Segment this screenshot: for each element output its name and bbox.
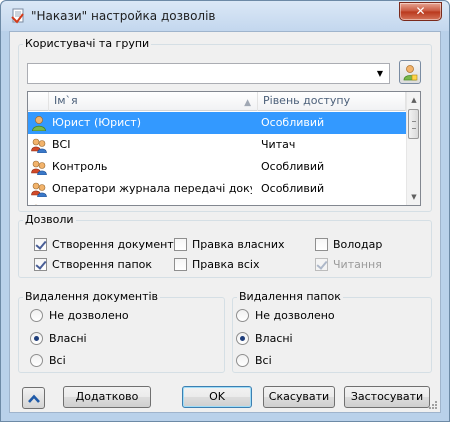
users-list[interactable]: Ім`я ▲ Рівень доступу Юрист (Юрист) Особ…	[27, 91, 421, 206]
cancel-button[interactable]: Скасувати	[263, 386, 335, 408]
scroll-up-icon[interactable]: ▲	[407, 92, 420, 108]
single-user-icon	[32, 116, 46, 131]
checkbox-box	[315, 258, 328, 271]
row-name: ВСІ	[52, 138, 71, 151]
header-icon-column[interactable]	[28, 92, 49, 111]
checkbox-label: Володар	[333, 238, 383, 251]
scroll-down-icon[interactable]: ▼	[407, 189, 420, 205]
checkbox-label: Створення документів	[52, 238, 184, 251]
header-name-label: Ім`я	[54, 94, 78, 107]
checkbox-box[interactable]	[174, 258, 187, 271]
collapse-button[interactable]	[22, 387, 45, 409]
list-row-partial[interactable]	[28, 200, 406, 205]
list-header: Ім`я ▲ Рівень доступу	[28, 92, 406, 111]
row-access-level: Читач	[261, 138, 296, 151]
ok-button[interactable]: OK	[182, 386, 252, 408]
row-name: Контроль	[52, 160, 108, 173]
list-row[interactable]: Юрист (Юрист) Особливий	[28, 112, 406, 134]
scroll-thumb[interactable]	[408, 109, 419, 139]
row-access-level: Особливий	[261, 182, 325, 195]
apply-button[interactable]: Застосувати	[344, 386, 430, 408]
header-access-level[interactable]: Рівень доступу	[258, 92, 406, 111]
chevron-down-icon[interactable]: ▼	[373, 66, 387, 81]
radio-label: Всі	[49, 354, 66, 367]
checkbox-box[interactable]	[34, 258, 47, 271]
document-app-icon	[11, 8, 24, 24]
delete-documents-label: Видалення документів	[23, 290, 161, 303]
header-access-level-label: Рівень доступу	[263, 94, 351, 107]
radio-label: Всі	[255, 354, 272, 367]
radio-label: Власні	[255, 332, 293, 345]
list-row[interactable]: ВСІ Читач	[28, 134, 406, 156]
radio-circle[interactable]	[30, 354, 43, 367]
checkbox-box[interactable]	[174, 238, 187, 251]
row-name: Оператори журнала передачі докуме...	[52, 182, 252, 195]
row-name: Юрист (Юрист)	[52, 116, 142, 129]
row-access-level: Особливий	[261, 160, 325, 173]
radio-circle[interactable]	[236, 309, 249, 322]
row-access-level: Особливий	[261, 116, 325, 129]
title-bar[interactable]: "Накази" настройка дозволів ✕	[1, 1, 449, 31]
checkbox-box[interactable]	[34, 238, 47, 251]
radio-circle[interactable]	[236, 354, 249, 367]
close-button[interactable]: ✕	[399, 2, 442, 21]
list-row[interactable]: Оператори журнала передачі докуме... Осо…	[28, 178, 406, 200]
checkbox-label: Правка власних	[192, 238, 285, 251]
checkbox-label: Створення папок	[52, 258, 153, 271]
checkbox-label: Читання	[333, 258, 382, 271]
delete-folders-label: Видалення папок	[237, 290, 343, 303]
radio-circle[interactable]	[30, 309, 43, 322]
header-name[interactable]: Ім`я ▲	[49, 92, 258, 111]
radio-circle[interactable]	[236, 332, 249, 345]
checkbox-box[interactable]	[315, 238, 328, 251]
radio-label: Не дозволено	[49, 309, 129, 322]
add-user-icon	[403, 65, 418, 81]
window-title: "Накази" настройка дозволів	[31, 9, 216, 23]
radio-circle[interactable]	[30, 332, 43, 345]
group-icon	[31, 182, 47, 197]
permissions-dialog: "Накази" настройка дозволів ✕ Користувач…	[0, 0, 450, 422]
chevron-up-icon	[28, 394, 40, 403]
permissions-label: Дозволи	[23, 213, 76, 226]
group-icon	[34, 204, 38, 205]
checkbox-label: Правка всіх	[192, 258, 260, 271]
dialog-body: Користувачі та групи ▼ Ім`я ▲ Рівень дос…	[9, 31, 441, 413]
radio-label: Власні	[49, 332, 87, 345]
user-select-combo[interactable]: ▼	[27, 63, 390, 84]
more-button[interactable]: Додатково	[63, 386, 151, 408]
list-row[interactable]: Контроль Особливий	[28, 156, 406, 178]
list-scrollbar[interactable]: ▲ ▼	[406, 92, 420, 205]
resize-grip-icon[interactable]	[428, 400, 438, 410]
group-icon	[31, 138, 47, 153]
sort-ascending-icon: ▲	[244, 98, 251, 108]
group-icon	[31, 160, 47, 175]
add-user-button[interactable]	[399, 60, 421, 84]
users-groups-label: Користувачі та групи	[23, 37, 152, 50]
radio-label: Не дозволено	[255, 309, 335, 322]
